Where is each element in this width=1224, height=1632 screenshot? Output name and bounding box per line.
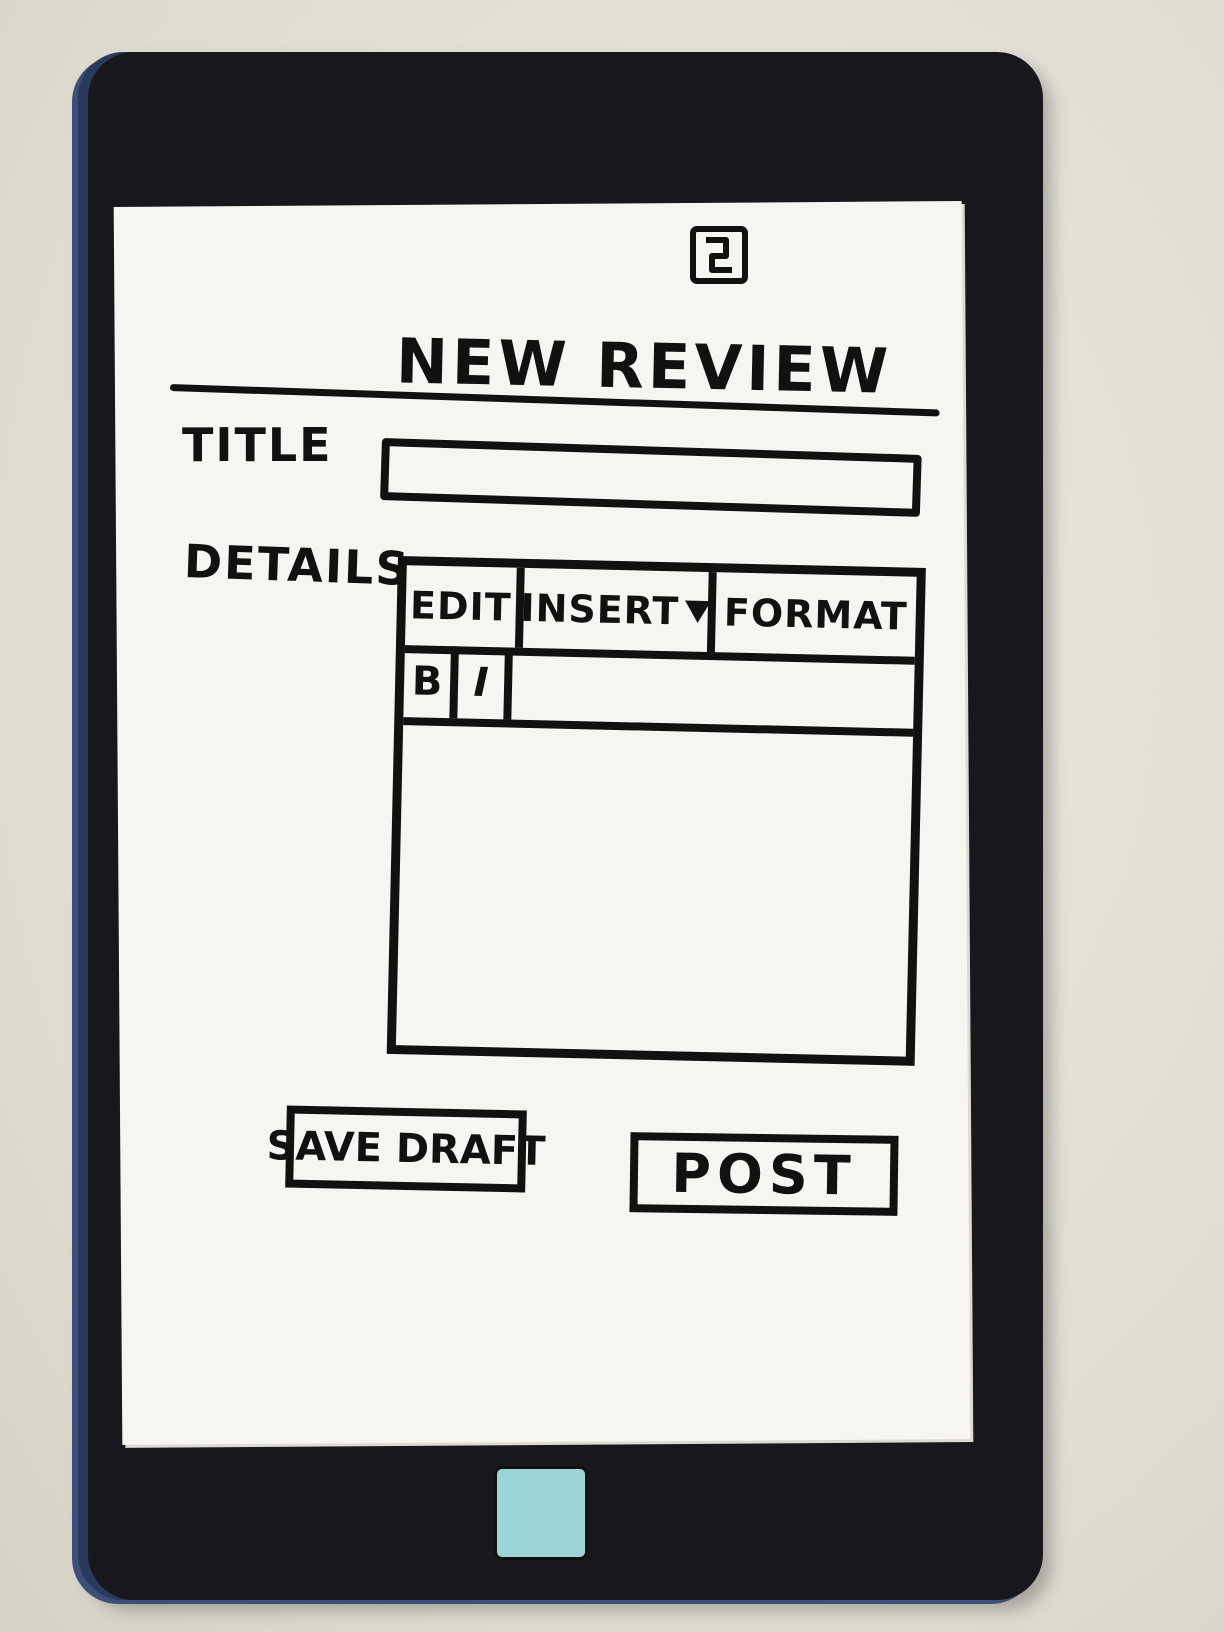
menu-insert-label: INSERT xyxy=(519,585,680,634)
window-switch-icon[interactable] xyxy=(688,224,750,286)
details-label: DETAILS xyxy=(183,534,412,596)
menu-format[interactable]: FORMAT xyxy=(715,572,917,657)
details-text-area[interactable] xyxy=(396,717,913,1056)
post-button[interactable]: POST xyxy=(629,1132,899,1216)
italic-label: I xyxy=(473,659,490,707)
rich-text-editor: EDIT INSERT FORMAT B I xyxy=(386,556,926,1066)
caret-down-icon xyxy=(684,600,712,624)
bold-label: B xyxy=(411,658,443,706)
menu-edit[interactable]: EDIT xyxy=(404,565,525,648)
save-draft-label: SAVE DRAFT xyxy=(266,1123,546,1175)
menu-edit-label: EDIT xyxy=(409,583,513,630)
post-label: POST xyxy=(670,1141,858,1207)
italic-button[interactable]: I xyxy=(457,646,513,720)
home-button-icon[interactable] xyxy=(494,1466,588,1560)
menu-format-label: FORMAT xyxy=(723,590,909,639)
title-label: TITLE xyxy=(182,418,333,472)
bold-button[interactable]: B xyxy=(403,645,459,719)
menu-insert[interactable]: INSERT xyxy=(519,567,717,653)
save-draft-button[interactable]: SAVE DRAFT xyxy=(266,1105,546,1193)
